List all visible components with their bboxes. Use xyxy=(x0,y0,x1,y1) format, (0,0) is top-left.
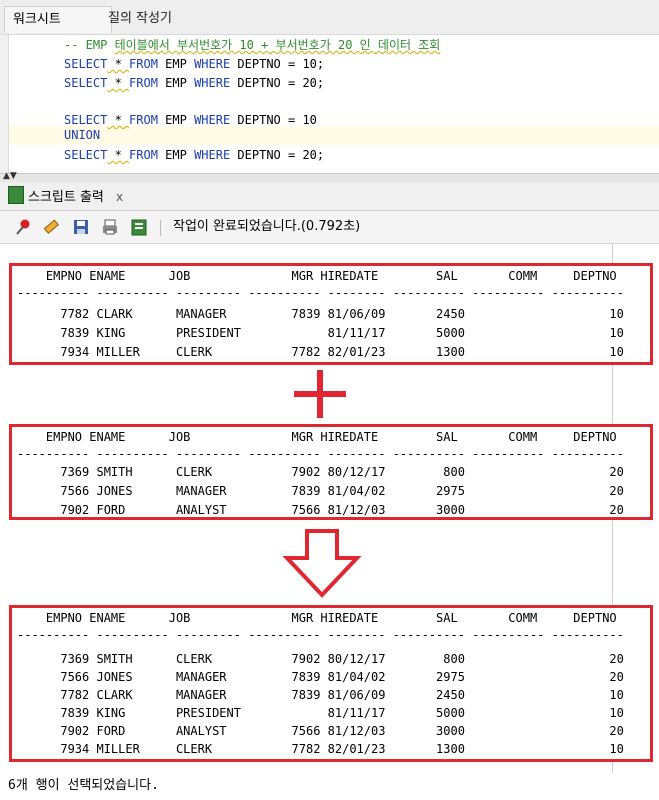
code-line-2: SELECT * FROM EMP WHERE DEPTNO = 20; xyxy=(64,74,324,93)
keyword-where: WHERE xyxy=(194,113,231,127)
table-row: 7902 FORD ANALYST 7566 81/12/03 3000 20 xyxy=(17,724,624,738)
toolbar-divider xyxy=(160,220,161,236)
close-tab-icon[interactable]: x xyxy=(116,190,123,204)
table-row: 7782 CLARK MANAGER 7839 81/06/09 2450 10 xyxy=(17,688,624,702)
status-message: 작업이 완료되었습니다.(0.792초) xyxy=(173,219,361,234)
table-row: 7934 MILLER CLERK 7782 82/01/23 1300 10 xyxy=(17,742,624,756)
table-token: EMP xyxy=(157,148,195,162)
condition-token: DEPTNO = 10 xyxy=(230,113,317,127)
keyword-select: SELECT xyxy=(64,148,108,162)
arrow-down-annotation-icon xyxy=(283,529,361,598)
condition-token: DEPTNO = 20; xyxy=(230,76,325,90)
code-line-1: SELECT * FROM EMP WHERE DEPTNO = 10; xyxy=(64,55,324,74)
table-row: 7934 MILLER CLERK 7782 82/01/23 1300 10 xyxy=(17,345,624,359)
result-block-deptno-20: EMPNO ENAME JOB MGR HIREDATE SAL COMM DE… xyxy=(9,424,653,520)
result-rule: ---------- ---------- --------- --------… xyxy=(17,628,624,642)
code-line-union: UNION xyxy=(64,126,100,145)
condition-token: DEPTNO = 10; xyxy=(230,57,325,71)
result-rule: ---------- ---------- --------- --------… xyxy=(17,447,624,461)
table-row: 7902 FORD ANALYST 7566 81/12/03 3000 20 xyxy=(17,503,624,517)
table-row: 7839 KING PRESIDENT 81/11/17 5000 10 xyxy=(17,326,624,340)
result-rule: ---------- ---------- --------- --------… xyxy=(17,286,624,300)
comment-prefix: -- EMP xyxy=(64,38,115,52)
keyword-select: SELECT xyxy=(64,113,108,127)
keyword-from: FROM xyxy=(129,76,158,90)
keyword-where: WHERE xyxy=(194,76,231,90)
star-token: * xyxy=(107,148,130,162)
keyword-select: SELECT xyxy=(64,76,108,90)
save-icon[interactable] xyxy=(72,218,90,236)
keyword-from: FROM xyxy=(129,113,158,127)
code-line-3: SELECT * FROM EMP WHERE DEPTNO = 10 xyxy=(64,111,317,130)
table-row: 7782 CLARK MANAGER 7839 81/06/09 2450 10 xyxy=(17,307,624,321)
code-comment-line: -- EMP 테이블에서 부서번호가 10 + 부서번호가 20 인 데이터 조… xyxy=(64,36,440,55)
keyword-where: WHERE xyxy=(194,148,231,162)
table-row: 7369 SMITH CLERK 7902 80/12/17 800 20 xyxy=(17,465,624,479)
rows-selected-status: 6개 행이 선택되었습니다. xyxy=(8,778,159,793)
table-row: 7566 JONES MANAGER 7839 81/04/02 2975 20 xyxy=(17,484,624,498)
table-row: 7369 SMITH CLERK 7902 80/12/17 800 20 xyxy=(17,652,624,666)
keyword-select: SELECT xyxy=(64,57,108,71)
condition-token: DEPTNO = 20; xyxy=(230,148,325,162)
result-block-union: EMPNO ENAME JOB MGR HIREDATE SAL COMM DE… xyxy=(9,605,653,762)
print-icon[interactable] xyxy=(101,218,119,236)
table-token: EMP xyxy=(157,76,195,90)
table-row: 7839 KING PRESIDENT 81/11/17 5000 10 xyxy=(17,706,624,720)
script-output-icon xyxy=(8,186,24,204)
table-row: 7566 JONES MANAGER 7839 81/04/02 2975 20 xyxy=(17,670,624,684)
editor-gutter xyxy=(0,35,9,173)
keyword-union: UNION xyxy=(64,128,101,142)
script-output-label: 스크립트 출력 xyxy=(28,190,104,205)
eraser-icon[interactable] xyxy=(42,218,60,236)
tab-query-builder[interactable]: 질의 작성기 xyxy=(100,6,180,32)
plus-annotation-icon xyxy=(294,370,346,418)
comment-body: 테이블에서 부서번호가 10 + 부서번호가 20 인 데이터 조회 xyxy=(114,38,441,52)
tab-script-output[interactable]: 스크립트 출력 x xyxy=(8,186,123,208)
collapse-up-icon[interactable]: ▲▼ xyxy=(3,171,17,181)
keyword-from: FROM xyxy=(129,57,158,71)
pin-icon[interactable] xyxy=(14,218,32,236)
code-line-5: SELECT * FROM EMP WHERE DEPTNO = 20; xyxy=(64,146,324,165)
star-token: * xyxy=(107,76,130,90)
export-icon[interactable] xyxy=(130,218,148,236)
keyword-where: WHERE xyxy=(194,57,231,71)
star-token: * xyxy=(107,113,130,127)
table-token: EMP xyxy=(157,57,195,71)
table-token: EMP xyxy=(157,113,195,127)
result-block-deptno-10: EMPNO ENAME JOB MGR HIREDATE SAL COMM DE… xyxy=(9,263,653,365)
tab-worksheet[interactable]: 워크시트 xyxy=(4,6,112,33)
keyword-from: FROM xyxy=(129,148,158,162)
star-token: * xyxy=(107,57,130,71)
